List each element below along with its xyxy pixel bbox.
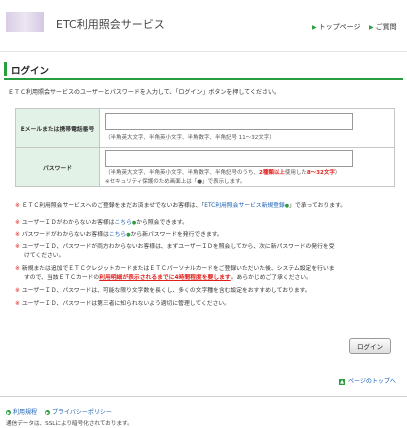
password-hint-security: ※セキュリティ保護のため画面上は「●」で表示します。 (105, 179, 246, 185)
password-hint: （半角英大文字、半角英小文字、半角数字、半角記号のうち、2種類以上使用した8～3… (105, 168, 340, 176)
note-text: ユーザーＩＤがわからないお客様は (21, 220, 115, 226)
note-warning: 利用明細が表示されるまでに4時間程度を要します (99, 274, 231, 281)
footer-link-terms[interactable]: ▶ 利用規程 (6, 409, 37, 416)
note-mark: ※ (15, 301, 20, 307)
note-text: から新パスワードを発行できます。 (130, 232, 223, 238)
user-hint: （半角英大文字、半角英小文字、半角数字、半角記号 11～32文字） (105, 135, 275, 141)
login-form: Eメールまたは携帯電話番号 （半角英大文字、半角英小文字、半角数字、半角記号 1… (15, 108, 395, 187)
note-text: けてください。 (24, 252, 65, 259)
note-mark: ※ (15, 244, 20, 250)
login-button[interactable]: ログイン (349, 338, 391, 354)
title-underline (4, 78, 403, 80)
note-both: ※ ユーザーＩＤ、パスワードが両方わからないお客様は、まずユーザーＩＤを照会してか… (15, 243, 335, 260)
arrow-right-icon: ▶ (369, 24, 374, 31)
site-logo[interactable] (6, 12, 44, 32)
arrow-right-icon: ▶ (44, 410, 50, 415)
footer-link-terms-label: 利用規程 (13, 409, 38, 416)
footer: ▶ 利用規程 ▶ プライバシーポリシー 通信データは、SSLにより暗号化されておりま… (0, 396, 407, 428)
note-text: パスワードがわからないお客様は (21, 232, 109, 238)
arrow-right-icon: ▶ (6, 410, 11, 415)
note-text: 。あらかじめご了承ください。 (230, 274, 312, 281)
note-mark: ※ (15, 232, 20, 238)
page-title-bar: ログイン (4, 62, 403, 77)
user-row: Eメールまたは携帯電話番号 （半角英大文字、半角英小文字、半角数字、半角記号 1… (16, 109, 394, 148)
note-user-id: ※ ユーザーＩＤがわからないお客様はこちら●から照会できます。 (15, 219, 188, 228)
note-text: すので、当該ＥＴＣカードの (24, 274, 100, 281)
password-hint-b: 2種類以上 (259, 170, 285, 176)
intro-text: ＥＴＣ利用照会サービスのユーザーとパスワードを入力して、「ログイン」ボタンを押し… (8, 89, 281, 96)
ssl-notice: 通信データは、SSLにより暗号化されております。 (6, 421, 133, 427)
site-title: ETC利用照会サービス (56, 18, 165, 31)
nav-top-page[interactable]: ▶ トップページ (312, 22, 361, 32)
password-hint-a: （半角英大文字、半角英小文字、半角数字、半角記号のうち、 (105, 170, 260, 176)
site-header: ETC利用照会サービス ▶ トップページ ▶ ご質問 (0, 0, 407, 52)
note-mark: ※ (15, 220, 20, 226)
password-input[interactable] (105, 150, 353, 167)
password-hint-c: 使用した (284, 170, 307, 176)
password-hint-d: 8～32文字 (306, 170, 335, 176)
footer-links: ▶ 利用規程 ▶ プライバシーポリシー (6, 407, 112, 416)
password-reset-link[interactable]: こちら (109, 232, 126, 238)
nav-faq-label: ご質問 (375, 23, 397, 31)
note-strength: ※ ユーザーＩＤ、パスワードは、可能な限り文字数を長くし、多くの文字種を含む設定を… (15, 287, 311, 296)
note-card-setup: ※ 新規または追加でＥＴＣクレジットカードまたはＥＴＣパーソナルカードをご登録いた… (15, 265, 335, 282)
note-text: ユーザーＩＤ、パスワードは、可能な限り文字数を長くし、多くの文字種を含む設定をお… (21, 288, 311, 294)
footer-link-privacy[interactable]: ▶ プライバシーポリシー (44, 409, 112, 416)
page-title: ログイン (11, 66, 50, 77)
user-label: Eメールまたは携帯電話番号 (16, 109, 100, 147)
footer-link-privacy-label: プライバシーポリシー (51, 409, 112, 416)
note-text: 新規または追加でＥＴＣクレジットカードまたはＥＴＣパーソナルカードをご登録いただ… (21, 266, 335, 272)
page-top-link[interactable]: ▲ ページのトップへ (339, 376, 396, 385)
password-row: パスワード （半角英大文字、半角英小文字、半角数字、半角記号のうち、2種類以上使… (16, 148, 394, 186)
note-manage: ※ ユーザーＩＤ、パスワードは第三者に知られないよう適切に管理してください。 (15, 300, 230, 309)
note-register: ※ ＥＴＣ利用照会サービスへのご登録をまだお済ませでないお客様は、「ETC利用照会… (15, 202, 346, 211)
note-text: ユーザーＩＤ、パスワードが両方わからないお客様は、まずユーザーＩＤを照会してから… (21, 244, 335, 250)
note-mark: ※ (15, 266, 20, 272)
note-text: 」で承っております。 (289, 203, 347, 209)
note-text: から照会できます。 (136, 220, 188, 226)
user-id-lookup-link[interactable]: こちら (115, 220, 132, 226)
note-mark: ※ (15, 288, 20, 294)
nav-top-page-label: トップページ (318, 23, 361, 31)
arrow-right-icon: ▶ (312, 24, 317, 31)
password-hint-e: ） (334, 170, 341, 176)
note-password: ※ パスワードがわからないお客様はこちら●から新パスワードを発行できます。 (15, 231, 223, 240)
page-top-label: ページのトップへ (348, 378, 396, 385)
password-label: パスワード (16, 148, 100, 186)
note-mark: ※ (15, 203, 20, 209)
register-link[interactable]: ETC利用照会サービス新規登録 (204, 203, 284, 209)
arrow-up-icon: ▲ (339, 379, 345, 385)
user-id-input[interactable] (105, 113, 353, 130)
note-text: ユーザーＩＤ、パスワードは第三者に知られないよう適切に管理してください。 (21, 301, 230, 307)
note-text: ＥＴＣ利用照会サービスへのご登録をまだお済ませでないお客様は、「 (21, 203, 205, 209)
nav-faq[interactable]: ▶ ご質問 (369, 22, 397, 32)
